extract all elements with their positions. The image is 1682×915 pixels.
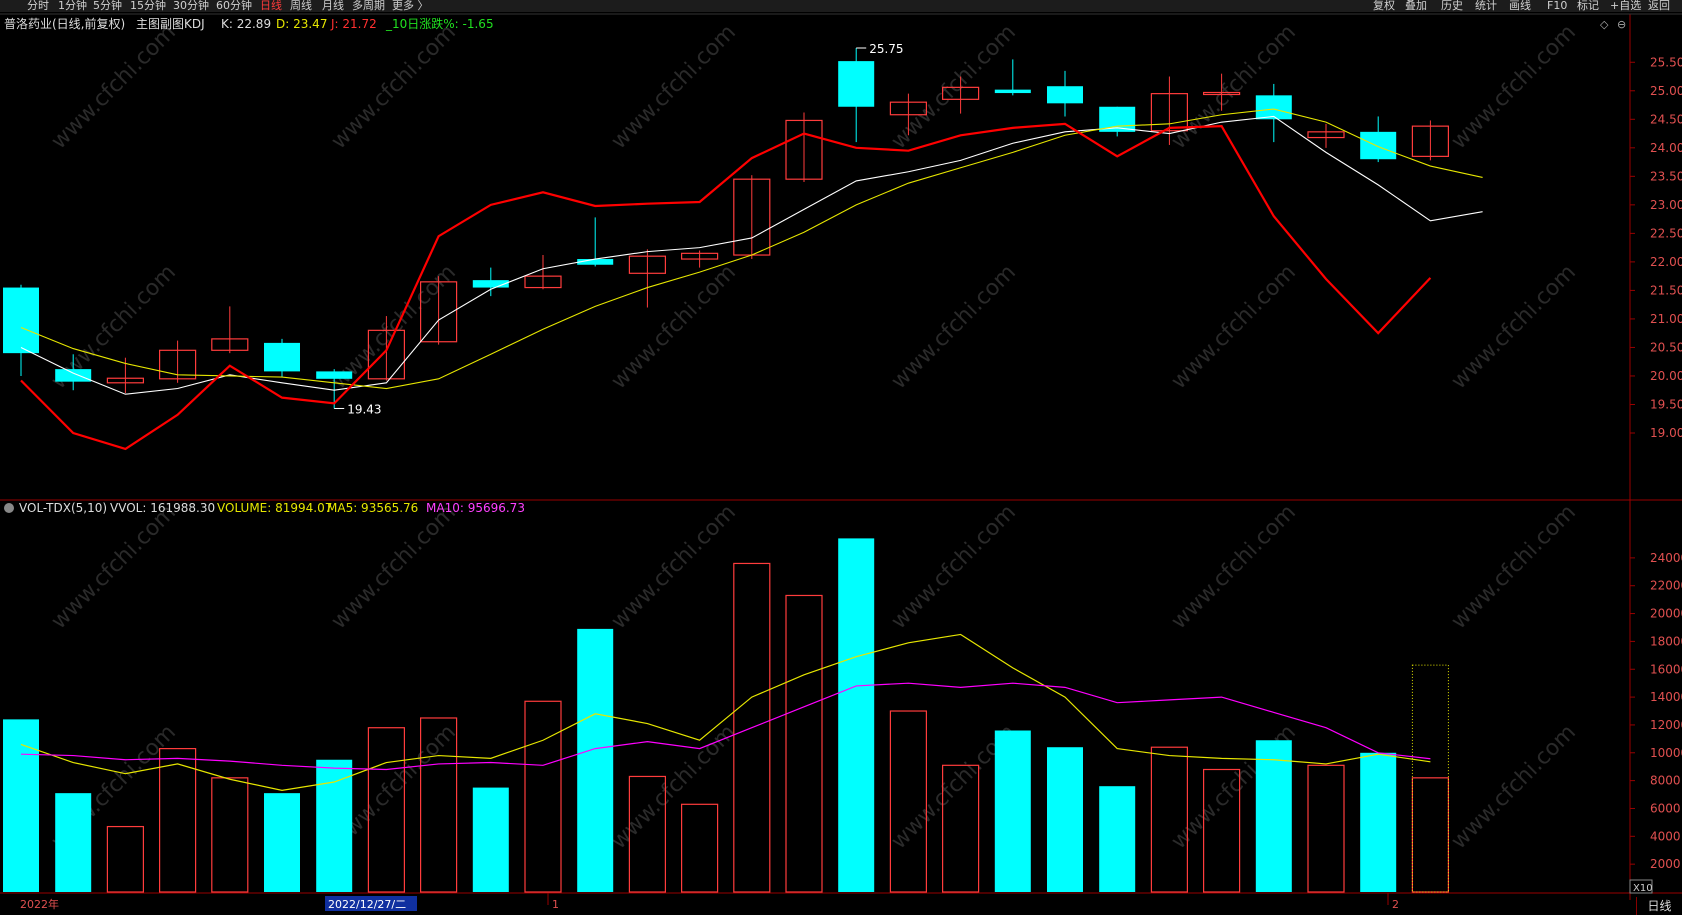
volume-label-7: 10000	[1650, 746, 1682, 760]
volume-value: VOLUME: 81994.07	[217, 501, 332, 515]
watermark-1: www.cfchi.com	[327, 20, 461, 154]
price-label-12: 19.50	[1650, 397, 1682, 411]
price-label-2: 24.50	[1650, 112, 1682, 126]
volume-label-11: 2000	[1650, 857, 1681, 871]
vol-ma5-value: MA5: 93565.76	[327, 501, 418, 515]
chart-canvas: www.cfchi.com www.cfchi.com www.cfchi.com w…	[0, 13, 1682, 911]
watermark-16: www.cfchi.com	[1167, 500, 1301, 634]
candle-body-6	[316, 371, 353, 379]
stock-title: 普洛药业(日线,前复权)	[4, 16, 125, 31]
watermark-14: www.cfchi.com	[607, 500, 741, 634]
volume-label-0: 24000	[1650, 551, 1682, 565]
price-label-10: 20.50	[1650, 340, 1682, 354]
volume-bar-15	[785, 594, 823, 893]
time-label-cursor: 2022/12/27/二	[328, 898, 406, 911]
volume-bar-20	[1047, 747, 1083, 892]
volume-label-6: 12000	[1650, 718, 1682, 732]
vvol-value: VVOL: 161988.30	[110, 501, 215, 515]
panel-toggle-icon	[4, 503, 14, 513]
volume-bar-11	[577, 628, 614, 892]
volume-bar-19	[994, 730, 1031, 892]
price-label-7: 22.00	[1650, 255, 1682, 269]
volume-label-9: 6000	[1650, 801, 1681, 815]
indicator-name: 主图副图KDJ	[136, 17, 205, 31]
volume-bar-27	[1411, 777, 1450, 893]
volume-bar-0	[3, 719, 39, 892]
zoom-out-icon: ⊖	[1617, 18, 1626, 31]
watermark-15: www.cfchi.com	[887, 500, 1021, 634]
diamond-icon: ◇	[1600, 18, 1609, 31]
watermark-2: www.cfchi.com	[607, 20, 741, 154]
watermark-13: www.cfchi.com	[327, 500, 461, 634]
volume-bar-21	[1099, 786, 1136, 892]
price-label-3: 24.00	[1650, 141, 1682, 155]
time-label-feb: 2	[1392, 898, 1399, 911]
volume-bar-24	[1255, 740, 1292, 892]
volume-label-1: 22000	[1650, 579, 1682, 593]
volume-bar-26	[1360, 752, 1397, 892]
volume-bar-9	[472, 787, 509, 892]
candle-body-5	[264, 342, 300, 372]
volume-bar-16	[838, 538, 875, 892]
price-label-1: 25.00	[1650, 84, 1682, 98]
volume-bar-10	[524, 700, 562, 893]
price-label-11: 20.00	[1650, 369, 1682, 383]
volume-label-10: 4000	[1650, 829, 1681, 843]
volume-bar-1	[55, 793, 92, 892]
volume-ma-line-0	[20, 633, 1431, 791]
ten-day-change: _10日涨跌%: -1.65	[385, 16, 494, 31]
kdj-j-value: J: 21.72	[330, 17, 377, 31]
time-label-jan: 1	[552, 898, 559, 911]
candle-body-26	[1360, 131, 1397, 160]
watermark-0: www.cfchi.com	[47, 20, 181, 154]
watermark-4: www.cfchi.com	[1167, 20, 1301, 154]
volume-label-4: 16000	[1650, 662, 1682, 676]
volume-label-2: 20000	[1650, 607, 1682, 621]
candle-body-16	[838, 61, 875, 107]
price-label-0: 25.50	[1650, 55, 1682, 69]
volume-bar-13	[680, 803, 719, 893]
watermark-10: www.cfchi.com	[1167, 260, 1301, 394]
volume-bar-22	[1150, 746, 1189, 893]
watermark-11: www.cfchi.com	[1447, 260, 1581, 394]
vol-indicator-name: VOL-TDX(5,10)	[19, 501, 107, 515]
volume-bar-2	[106, 825, 145, 893]
watermark-5: www.cfchi.com	[1447, 20, 1581, 154]
high-annotation: 25.75	[869, 42, 903, 56]
volume-bar-4	[211, 777, 249, 893]
price-label-6: 22.50	[1650, 226, 1682, 240]
volume-bar-5	[264, 793, 300, 892]
candle-body-20	[1047, 86, 1083, 104]
volume-estimate-bar	[1411, 664, 1449, 893]
watermark-17: www.cfchi.com	[1447, 500, 1581, 634]
price-label-5: 23.00	[1650, 198, 1682, 212]
volume-bar-25	[1307, 764, 1345, 893]
candle-body-0	[3, 287, 39, 354]
price-label-8: 21.50	[1650, 283, 1682, 297]
watermark-23: www.cfchi.com	[1447, 720, 1581, 854]
price-label-9: 21.00	[1650, 312, 1682, 326]
watermark-12: www.cfchi.com	[47, 500, 181, 634]
time-label-year: 2022年	[20, 897, 59, 911]
volume-bar-3	[159, 748, 197, 893]
candle-body-24	[1255, 95, 1292, 120]
zoom-label: X10	[1633, 883, 1653, 894]
candle-body-19	[994, 89, 1031, 94]
volume-label-5: 14000	[1650, 690, 1682, 704]
candle-body-1	[55, 369, 92, 382]
vol-ma10-value: MA10: 95696.73	[426, 501, 525, 515]
price-label-4: 23.50	[1650, 169, 1682, 183]
kdj-k-value: K: 22.89	[221, 17, 271, 31]
kdj-d-value: D: 23.47	[276, 17, 327, 31]
low-annotation: 19.43	[347, 402, 381, 416]
price-label-13: 19.00	[1650, 426, 1682, 440]
volume-label-8: 8000	[1650, 774, 1681, 788]
watermark-9: www.cfchi.com	[887, 260, 1021, 394]
period-label[interactable]: 日线	[1636, 897, 1682, 915]
volume-bar-6	[316, 759, 353, 892]
volume-label-3: 18000	[1650, 634, 1682, 648]
